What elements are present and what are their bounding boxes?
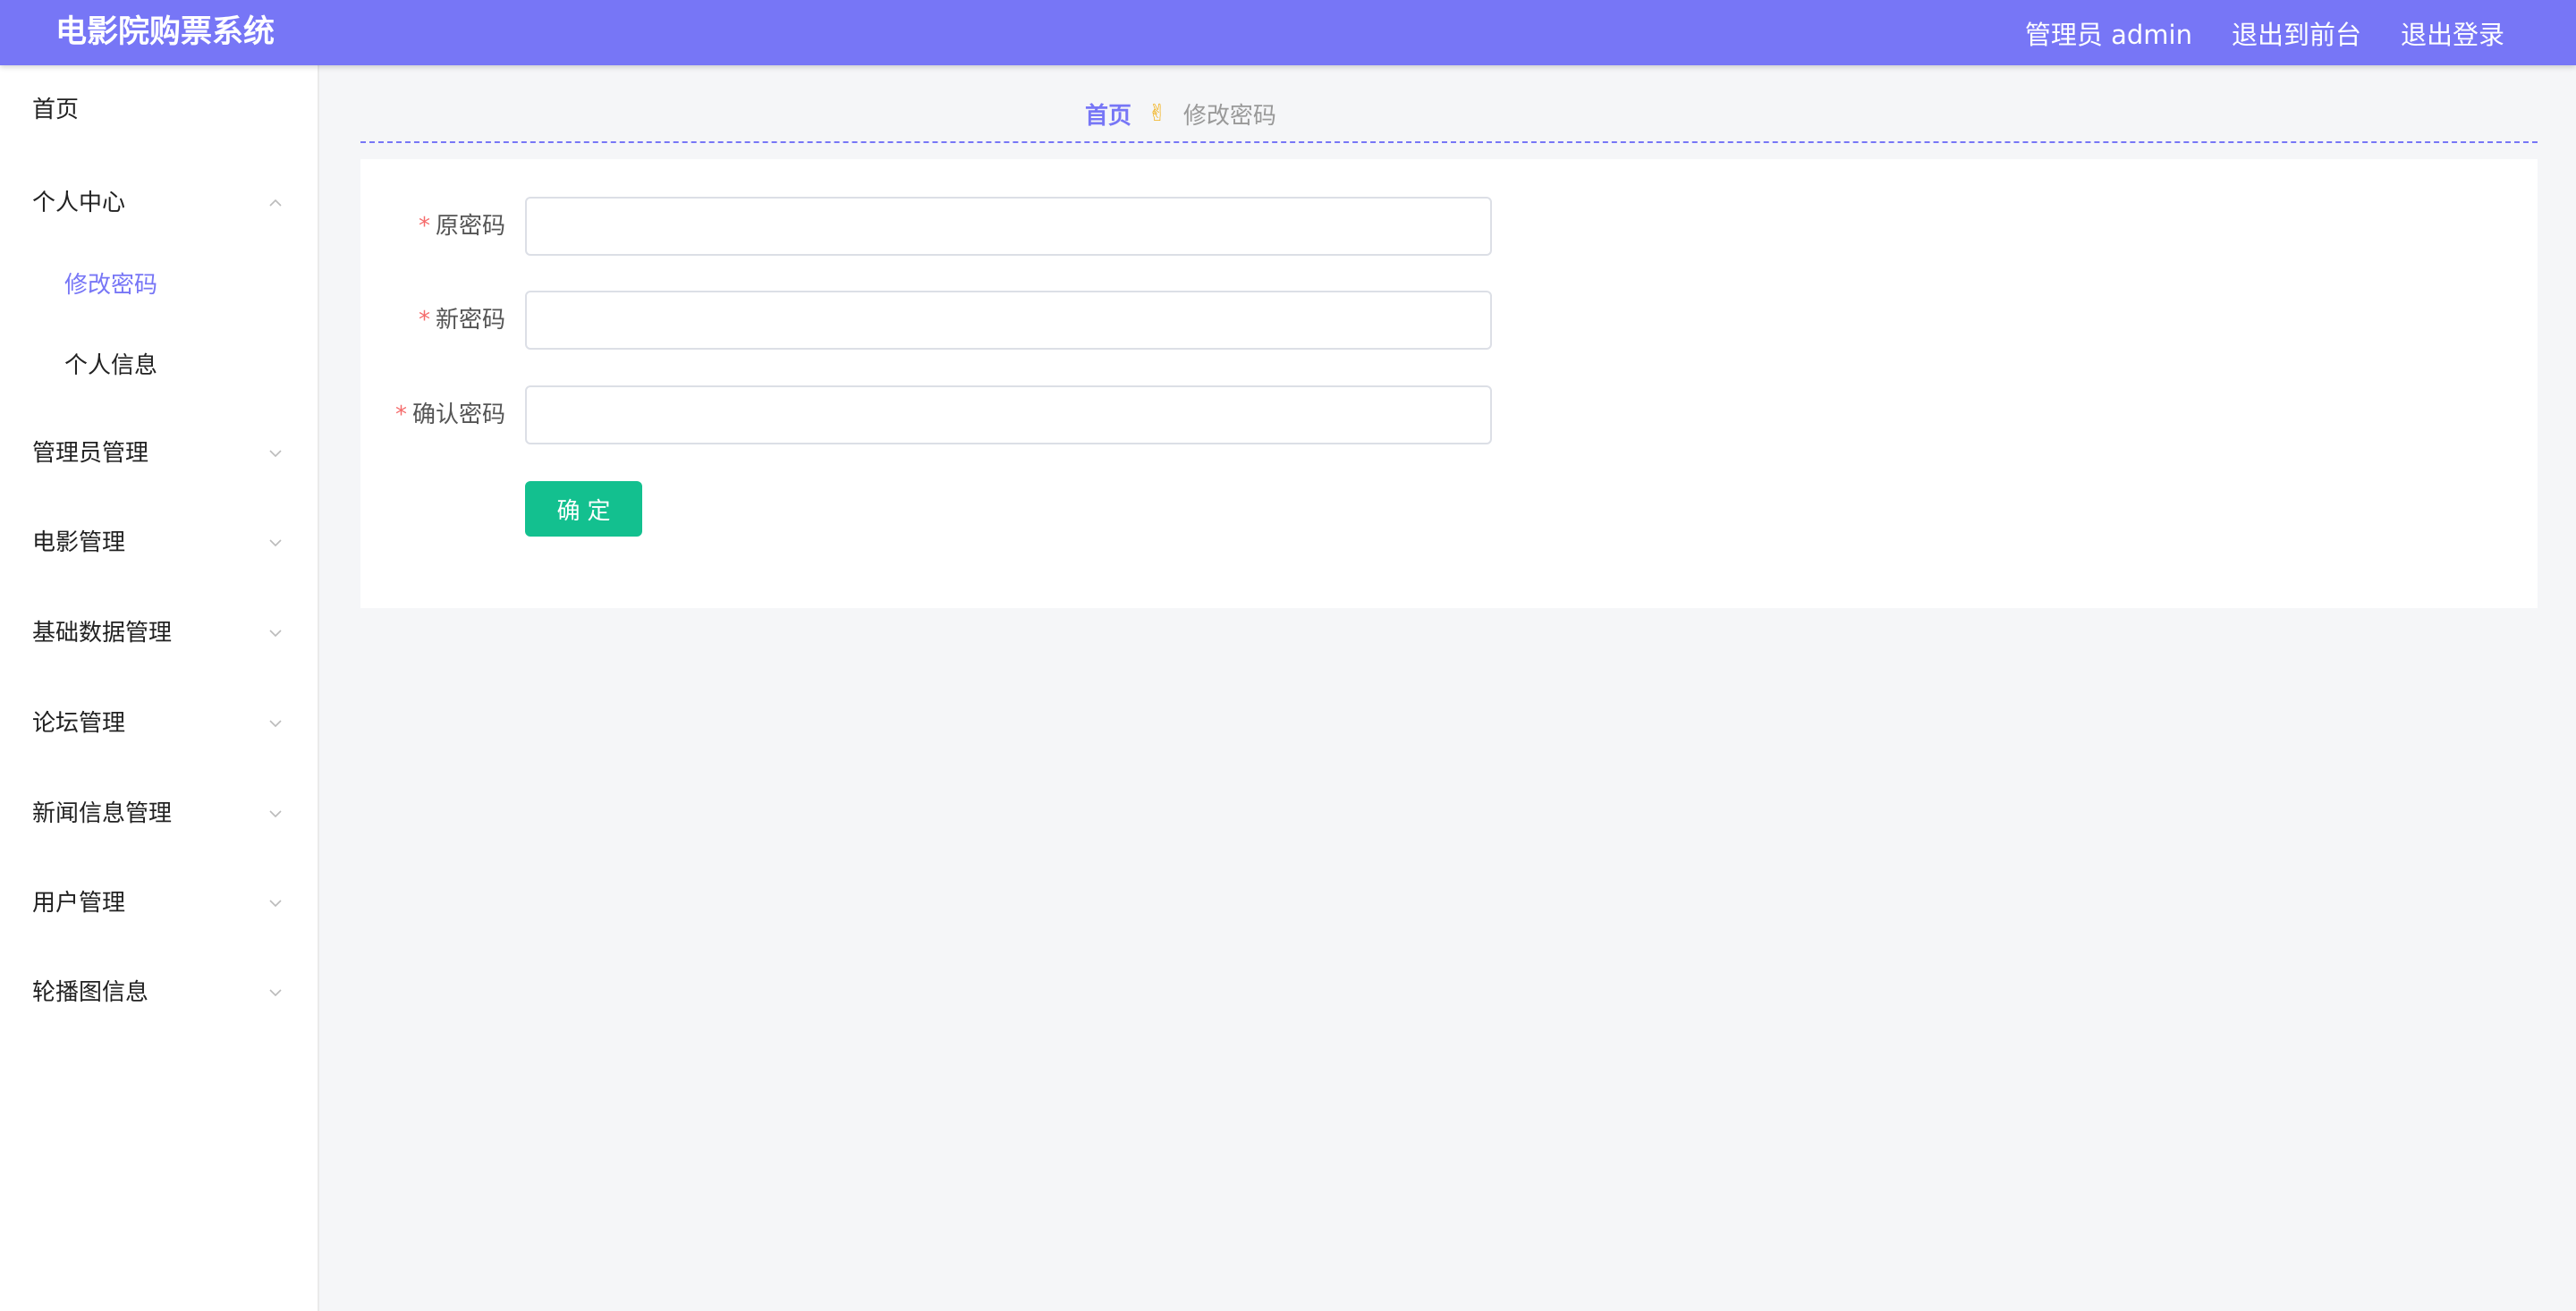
sidebar-item-label: 轮播图信息 xyxy=(32,979,149,1006)
sidebar-item-label: 个人中心 xyxy=(32,190,126,216)
required-mark: * xyxy=(394,402,407,428)
breadcrumb-home-link[interactable]: 首页 xyxy=(1085,97,1131,131)
old-password-label: * 原密码 xyxy=(360,197,505,256)
chevron-down-icon xyxy=(269,810,282,818)
sidebar-item-label: 新闻信息管理 xyxy=(32,800,173,827)
sidebar-item-user-management[interactable]: 用户管理 xyxy=(0,876,318,930)
new-password-input[interactable] xyxy=(525,291,1492,350)
sidebar-subitem-label: 个人信息 xyxy=(64,352,158,379)
breadcrumb-current: 修改密码 xyxy=(1182,102,1276,130)
sidebar-item-label: 基础数据管理 xyxy=(32,620,173,647)
breadcrumb: 首页 ✌ 修改密码 xyxy=(1085,96,1276,131)
chevron-down-icon xyxy=(269,720,282,728)
top-header: 电影院购票系统 管理员 admin 退出到前台 退出登录 xyxy=(0,0,2576,65)
admin-user-label: 管理员 admin xyxy=(2024,19,2192,50)
sidebar-item-label: 首页 xyxy=(32,97,80,123)
confirm-password-row: * 确认密码 xyxy=(360,385,2538,444)
sidebar-item-label: 电影管理 xyxy=(32,529,126,556)
chevron-down-icon xyxy=(269,989,282,997)
exit-to-frontend-link[interactable]: 退出到前台 xyxy=(2232,14,2361,52)
sidebar-subitem-change-password[interactable]: 修改密码 xyxy=(0,258,318,312)
sidebar-item-label: 论坛管理 xyxy=(32,710,126,737)
sidebar-subitem-label: 修改密码 xyxy=(64,272,158,299)
sidebar-item-personal-center[interactable]: 个人中心 xyxy=(0,176,318,230)
sidebar-item-news-management[interactable]: 新闻信息管理 xyxy=(0,787,318,841)
confirm-button[interactable]: 确定 xyxy=(525,481,642,537)
chevron-down-icon xyxy=(269,900,282,908)
sidebar-item-carousel-info[interactable]: 轮播图信息 xyxy=(0,966,318,1019)
change-password-form: * 原密码 * 新密码 * 确认密码 确定 xyxy=(360,159,2538,608)
confirm-password-label-text: 确认密码 xyxy=(411,402,505,428)
new-password-label: * 新密码 xyxy=(360,291,505,350)
chevron-down-icon xyxy=(269,539,282,547)
logout-link[interactable]: 退出登录 xyxy=(2401,14,2504,52)
old-password-input[interactable] xyxy=(525,197,1492,256)
required-mark: * xyxy=(418,307,430,334)
breadcrumb-divider xyxy=(360,141,2538,143)
header-actions: 管理员 admin 退出到前台 退出登录 xyxy=(2025,0,2504,65)
sidebar-subitem-personal-info[interactable]: 个人信息 xyxy=(0,339,318,393)
app-title: 电影院购票系统 xyxy=(55,14,275,50)
confirm-password-input[interactable] xyxy=(525,385,1492,444)
sidebar-item-admin-management[interactable]: 管理员管理 xyxy=(0,427,318,480)
old-password-label-text: 原密码 xyxy=(435,213,505,240)
new-password-label-text: 新密码 xyxy=(435,307,505,334)
sidebar-item-forum-management[interactable]: 论坛管理 xyxy=(0,697,318,750)
old-password-row: * 原密码 xyxy=(360,197,2538,256)
required-mark: * xyxy=(418,213,430,240)
sidebar-item-movie-management[interactable]: 电影管理 xyxy=(0,516,318,570)
victory-hand-icon: ✌ xyxy=(1148,100,1167,127)
confirm-password-label: * 确认密码 xyxy=(360,385,505,444)
sidebar-item-home[interactable]: 首页 xyxy=(0,83,318,137)
chevron-down-icon xyxy=(269,450,282,458)
sidebar-item-basic-data-management[interactable]: 基础数据管理 xyxy=(0,606,318,660)
sidebar: 首页 个人中心 修改密码 个人信息 管理员管理 电影管理 基础数据管理 论坛管理 xyxy=(0,65,319,1311)
sidebar-item-label: 管理员管理 xyxy=(32,440,149,467)
sidebar-item-label: 用户管理 xyxy=(32,890,126,917)
chevron-up-icon xyxy=(269,199,282,207)
new-password-row: * 新密码 xyxy=(360,291,2538,350)
chevron-down-icon xyxy=(269,630,282,638)
